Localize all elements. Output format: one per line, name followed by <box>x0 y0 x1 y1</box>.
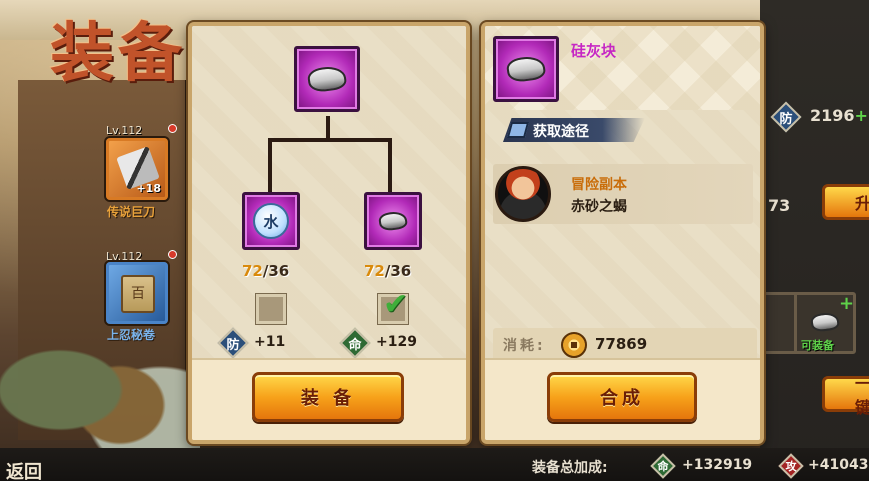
defense-badge: 防 <box>220 330 246 356</box>
scenery-decoration <box>0 300 200 450</box>
back-button[interactable]: 返回 <box>6 458 42 481</box>
tree-connector <box>388 138 392 192</box>
equipment-slot-weapon[interactable]: +18 <box>106 138 168 200</box>
synthesis-panel: 水 72/36 防 +11 72/36 ✔ 命 +129 装 备 <box>188 22 470 444</box>
slot-name: 上忍秘卷 <box>107 328 156 342</box>
defense-stat-badge: 防 <box>773 104 799 130</box>
tree-connector <box>268 138 272 192</box>
equippable-label: 可装备 <box>801 339 834 352</box>
avatar <box>495 166 551 222</box>
health-badge: 命 <box>652 455 674 477</box>
rock-icon <box>809 311 841 333</box>
partial-value: 73 <box>768 196 791 215</box>
slot-name: 传说巨刀 <box>107 205 156 219</box>
attack-badge: 攻 <box>780 455 802 477</box>
equip-button[interactable]: 装 备 <box>252 372 404 422</box>
screen-title: 装备 <box>50 16 186 91</box>
item-icon-slot <box>493 36 559 102</box>
equipment-slot-available[interactable]: + 可装备 <box>794 292 856 354</box>
total-attack-value: +41043 <box>808 457 869 473</box>
material-count: 72/36 <box>242 262 290 280</box>
rock-icon <box>505 54 547 84</box>
source-heading: 获取途径 <box>533 124 589 140</box>
cost-label: 消耗: <box>503 338 546 354</box>
material-slot-rock[interactable] <box>364 192 422 250</box>
checkmark-icon: ✔ <box>383 287 409 322</box>
item-name: 硅灰块 <box>571 42 617 60</box>
tree-connector <box>268 138 390 142</box>
source-subtitle: 赤砂之蝎 <box>571 199 627 215</box>
slot-plus: +18 <box>136 182 161 195</box>
synthesize-button[interactable]: 合成 <box>547 372 697 422</box>
plus-icon: + <box>839 293 855 314</box>
material-checkbox[interactable]: ✔ <box>378 287 408 324</box>
equipment-slot-scroll[interactable]: 百 <box>106 262 168 324</box>
health-badge: 命 <box>342 330 368 356</box>
stat-value: +129 <box>376 334 417 350</box>
rock-icon <box>377 210 409 232</box>
material-count: 72/36 <box>364 262 412 280</box>
tree-connector <box>326 116 330 140</box>
total-bonus-label: 装备总加成: <box>532 460 608 476</box>
source-title: 冒险副本 <box>571 177 627 193</box>
slot-level: Lv.112 <box>106 124 143 137</box>
item-detail-panel: 硅灰块 获取途径 冒险副本 赤砂之蝎 消耗: 77869 合成 <box>481 22 764 444</box>
defense-stat-value: 2196+2 <box>810 106 869 125</box>
material-slot-water[interactable]: 水 <box>242 192 300 250</box>
rock-icon <box>306 64 348 94</box>
stat-value: +11 <box>254 334 286 350</box>
upgrade-button[interactable]: 升 <box>822 184 869 220</box>
coin-icon <box>561 332 587 358</box>
cost-value: 77869 <box>595 335 648 353</box>
one-click-button[interactable]: 一键 <box>822 374 869 417</box>
water-icon: 水 <box>253 203 289 239</box>
notification-dot <box>168 250 177 259</box>
total-health-value: +132919 <box>682 457 753 473</box>
target-item-slot[interactable] <box>294 46 360 112</box>
scroll-icon: 百 <box>121 275 155 313</box>
notification-dot <box>168 124 177 133</box>
material-checkbox[interactable] <box>256 294 286 324</box>
